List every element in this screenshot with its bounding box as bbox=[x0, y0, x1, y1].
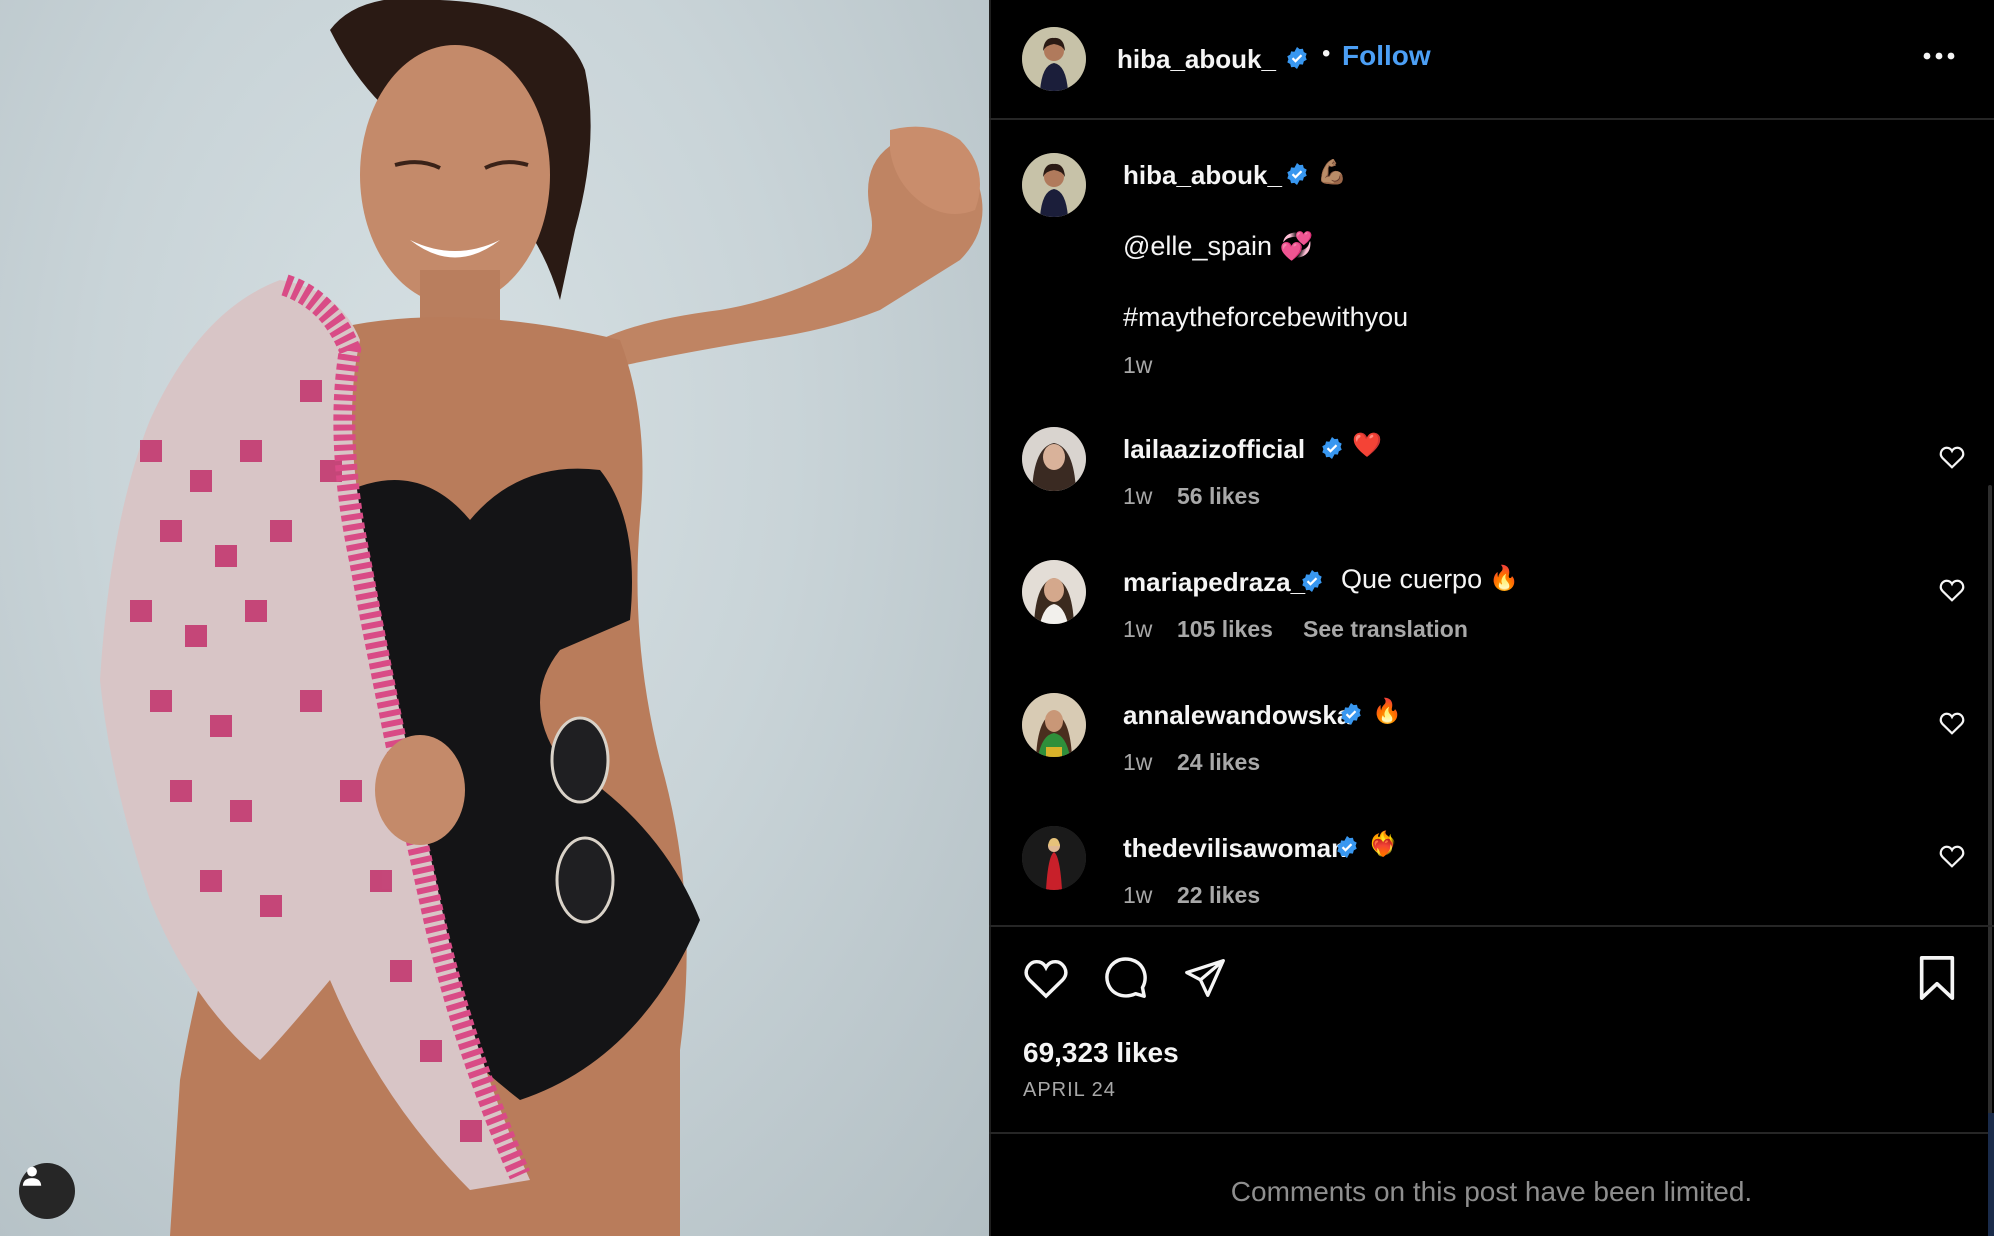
likes-count[interactable]: 69,323 likes bbox=[1023, 1037, 1179, 1069]
commenter-avatar-image bbox=[1022, 693, 1086, 757]
comment-likes[interactable]: 22 likes bbox=[1177, 882, 1260, 909]
post-date[interactable]: APRIL 24 bbox=[1023, 1079, 1116, 1102]
commenter-avatar[interactable] bbox=[1022, 427, 1086, 491]
comment-likes[interactable]: 56 likes bbox=[1177, 483, 1260, 510]
comment-age[interactable]: 1w bbox=[1123, 616, 1152, 643]
comment-username[interactable]: annalewandowska bbox=[1123, 700, 1351, 731]
comment-likes[interactable]: 24 likes bbox=[1177, 749, 1260, 776]
caption-mention[interactable]: @elle_spain 💞 bbox=[1123, 230, 1313, 262]
comment-emoji: ❤️‍🔥 bbox=[1368, 831, 1398, 858]
commenter-avatar[interactable] bbox=[1022, 560, 1086, 624]
verified-icon bbox=[1337, 836, 1357, 858]
scroll-indicator bbox=[1988, 1113, 1994, 1236]
comment-age[interactable]: 1w bbox=[1123, 882, 1152, 909]
more-icon[interactable] bbox=[1919, 46, 1959, 66]
bookmark-icon[interactable] bbox=[1917, 955, 1957, 1001]
caption-username[interactable]: hiba_abouk_ bbox=[1123, 160, 1282, 191]
comment-like-heart-icon[interactable] bbox=[1939, 711, 1965, 735]
caption-age[interactable]: 1w bbox=[1123, 352, 1152, 379]
profile-avatar-image bbox=[1022, 27, 1086, 91]
comment-likes[interactable]: 105 likes bbox=[1177, 616, 1273, 643]
commenter-avatar[interactable] bbox=[1022, 693, 1086, 757]
author-username[interactable]: hiba_abouk_ bbox=[1117, 44, 1276, 75]
caption-emoji: 💪🏽 bbox=[1317, 159, 1347, 186]
author-avatar[interactable] bbox=[1022, 27, 1086, 91]
caption-author-avatar[interactable] bbox=[1022, 153, 1086, 217]
comment-like-heart-icon[interactable] bbox=[1939, 445, 1965, 469]
verified-icon bbox=[1287, 47, 1307, 69]
comment-age[interactable]: 1w bbox=[1123, 749, 1152, 776]
comment-icon[interactable] bbox=[1103, 955, 1149, 1001]
comment-footer: Comments on this post have been limited. bbox=[989, 1132, 1994, 1236]
follow-button[interactable]: Follow bbox=[1342, 40, 1431, 72]
post-side-panel: hiba_abouk_ • Follow hiba_abouk_ 💪🏽 @ell… bbox=[989, 0, 1994, 1236]
commenter-avatar-image bbox=[1022, 560, 1086, 624]
commenter-avatar[interactable] bbox=[1022, 826, 1086, 890]
verified-icon bbox=[1341, 703, 1361, 725]
comment-like-heart-icon[interactable] bbox=[1939, 578, 1965, 602]
see-translation-link[interactable]: See translation bbox=[1303, 616, 1468, 643]
post-photo[interactable] bbox=[0, 0, 989, 1236]
commenter-avatar-image bbox=[1022, 427, 1086, 491]
verified-icon bbox=[1287, 163, 1307, 185]
verified-icon bbox=[1302, 570, 1322, 592]
share-icon[interactable] bbox=[1183, 957, 1227, 999]
comment-username[interactable]: lailaazizofficial bbox=[1123, 434, 1305, 465]
caption-hashtag[interactable]: #maytheforcebewithyou bbox=[1123, 302, 1408, 333]
comment-emoji: 🔥 bbox=[1372, 698, 1402, 725]
profile-avatar-image bbox=[1022, 153, 1086, 217]
heart-icon[interactable] bbox=[1023, 957, 1069, 999]
verified-icon bbox=[1322, 437, 1342, 459]
comment-age[interactable]: 1w bbox=[1123, 483, 1152, 510]
comment-like-heart-icon[interactable] bbox=[1939, 844, 1965, 868]
comment-username[interactable]: thedevilisawoman bbox=[1123, 833, 1347, 864]
comment-username[interactable]: mariapedraza_ bbox=[1123, 567, 1305, 598]
comment-text: Que cuerpo bbox=[1341, 564, 1483, 594]
post-header: hiba_abouk_ • Follow bbox=[989, 0, 1994, 120]
commenter-avatar-image bbox=[1022, 826, 1086, 890]
post-action-bar: 69,323 likes APRIL 24 bbox=[989, 925, 1994, 1135]
comment-emoji: 🔥 bbox=[1489, 565, 1519, 592]
tagged-users-button[interactable] bbox=[19, 1163, 75, 1219]
separator-dot: • bbox=[1322, 40, 1331, 67]
comment-emoji: ❤️ bbox=[1352, 432, 1382, 459]
user-icon bbox=[22, 1166, 42, 1186]
post-image-illustration bbox=[100, 0, 983, 1236]
comments-limited-message: Comments on this post have been limited. bbox=[1230, 1176, 1753, 1207]
